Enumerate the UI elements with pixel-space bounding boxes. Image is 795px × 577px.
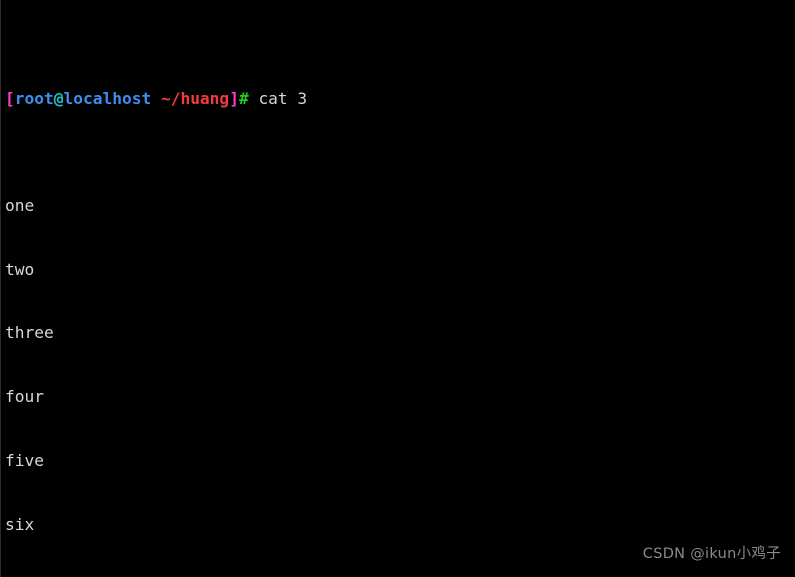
prompt-hash: # [238, 89, 249, 109]
prompt-open-bracket: [ [5, 89, 15, 109]
prompt-user: root [14, 89, 54, 109]
output-line: four [5, 386, 795, 407]
output-text: four [5, 387, 44, 407]
output-line: six [5, 514, 795, 535]
prompt-path: ~/huang [160, 89, 230, 109]
output-line: three [5, 322, 795, 343]
prompt-line: [root@localhost ~/huang]# cat 3 [5, 88, 795, 109]
output-line: one [5, 195, 795, 216]
output-text: five [5, 451, 44, 471]
terminal-screen[interactable]: [root@localhost ~/huang]# cat 3 one two … [0, 0, 795, 577]
prompt-close-bracket: ] [229, 89, 239, 109]
output-text: one [5, 195, 35, 215]
output-line: two [5, 259, 795, 280]
command-text: cat 3 [258, 89, 308, 109]
output-text: three [5, 323, 54, 343]
output-line: five [5, 450, 795, 471]
output-text: six [5, 515, 35, 535]
terminal-window[interactable]: [root@localhost ~/huang]# cat 3 one two … [0, 0, 795, 577]
prompt-gap [249, 89, 259, 108]
prompt-host: localhost [63, 89, 152, 109]
output-text: two [5, 259, 35, 279]
